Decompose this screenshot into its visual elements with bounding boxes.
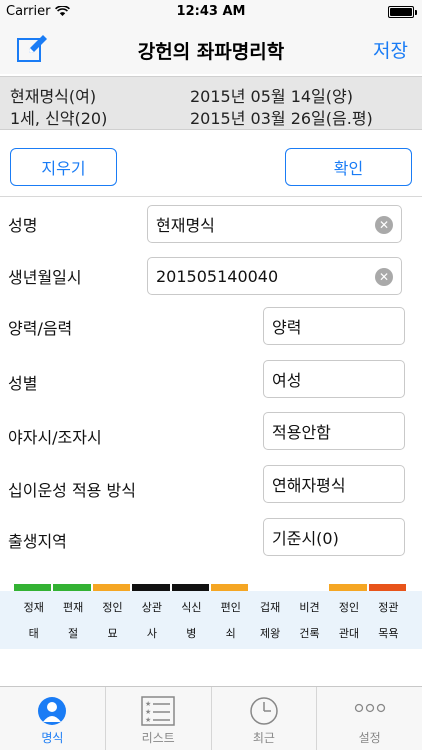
twelve-stage-cell: 제왕 <box>260 627 281 640</box>
ten-god-cell: 정인 <box>102 601 123 614</box>
tab-settings-label: 설정 <box>358 731 381 745</box>
summary-lunar-date: 2015년 03월 26일(음.평) <box>190 109 373 128</box>
ten-god-cell: 정인 <box>338 601 360 614</box>
tab-recent[interactable]: 최근 <box>212 687 318 750</box>
clear-button[interactable]: 지우기 <box>10 148 117 186</box>
twelve-stage-cell: 묘 <box>107 627 118 640</box>
twelve-stage-value: 연해자평식 <box>272 476 346 495</box>
status-time: 12:43 AM <box>176 4 246 19</box>
element-color-cell <box>211 584 249 591</box>
more-icon <box>354 703 385 713</box>
status-bar: Carrier 12:43 AM <box>0 0 422 24</box>
page-title: 강헌의 좌파명리학 <box>137 41 285 63</box>
element-color-cell <box>53 584 91 591</box>
svg-text:★: ★ <box>145 700 151 708</box>
calendar-value: 양력 <box>272 318 302 337</box>
element-color-strip <box>14 584 408 591</box>
list-icon: ★ ★ ★ <box>141 696 175 726</box>
ten-god-cell: 편인 <box>220 601 241 614</box>
calendar-select[interactable]: 양력 <box>263 307 405 345</box>
ten-god-cell: 정재 <box>23 601 44 614</box>
birth-input[interactable]: 201505140040 ✕ <box>147 257 402 295</box>
twelve-stage-cell: 목욕 <box>378 627 399 640</box>
tab-chart[interactable]: 명식 <box>0 687 106 750</box>
twelve-stage-cell: 사 <box>146 627 157 640</box>
ten-god-cell: 비견 <box>299 601 320 614</box>
tab-chart-label: 명식 <box>41 731 64 745</box>
name-input[interactable]: 현재명식 ✕ <box>147 205 402 243</box>
summary-solar-date: 2015년 05월 14일(양) <box>190 87 353 106</box>
element-color-cell <box>14 584 52 591</box>
svg-text:★: ★ <box>145 708 151 716</box>
twelve-stage-label: 십이운성 적용 방식 <box>8 481 136 500</box>
name-value: 현재명식 <box>156 216 215 235</box>
element-color-cell <box>132 584 170 591</box>
nav-bar: 강헌의 좌파명리학 저장 <box>0 24 422 74</box>
birthplace-label: 출생지역 <box>8 532 67 551</box>
clock-icon <box>250 697 278 725</box>
name-label: 성명 <box>8 216 38 235</box>
ten-god-row: 정재 편재 정인 상관 식신 편인 겁재 비견 정인 정관 <box>14 599 408 615</box>
battery-icon <box>388 6 417 18</box>
twelve-stage-cell: 쇠 <box>225 627 236 640</box>
night-hour-label: 야자시/조자시 <box>8 428 102 447</box>
night-hour-select[interactable]: 적용안함 <box>263 412 405 450</box>
gender-select[interactable]: 여성 <box>263 360 405 398</box>
element-color-cell <box>171 584 210 591</box>
divider <box>0 196 422 197</box>
element-color-cell <box>92 584 131 591</box>
twelve-stage-cell: 태 <box>28 627 39 640</box>
person-icon <box>38 697 67 725</box>
svg-text:★: ★ <box>145 716 151 724</box>
clear-name-icon[interactable]: ✕ <box>375 216 393 234</box>
tab-list-label: 리스트 <box>141 731 175 745</box>
ten-god-cell: 편재 <box>62 601 84 614</box>
twelve-stage-cell: 절 <box>68 627 79 640</box>
night-hour-value: 적용안함 <box>272 423 331 442</box>
tab-settings[interactable]: 설정 <box>317 687 422 750</box>
gender-value: 여성 <box>272 371 302 390</box>
gender-label: 성별 <box>8 374 38 393</box>
tab-bar: 명식 ★ ★ ★ 리스트 최근 설정 <box>0 686 422 750</box>
birth-value: 201505140040 <box>156 266 279 286</box>
clear-birth-icon[interactable]: ✕ <box>375 268 393 286</box>
element-color-cell <box>329 584 367 591</box>
element-color-cell <box>368 584 407 591</box>
birthplace-select[interactable]: 기준시(0) <box>263 518 405 556</box>
birthplace-value: 기준시(0) <box>272 529 339 548</box>
twelve-stage-cell: 건록 <box>299 627 320 640</box>
calendar-label: 양력/음력 <box>8 319 73 338</box>
ten-god-cell: 상관 <box>141 601 163 614</box>
ten-god-cell: 정관 <box>378 601 399 614</box>
ten-god-cell: 겁재 <box>260 601 281 614</box>
ten-god-cell: 식신 <box>181 601 202 614</box>
save-button[interactable]: 저장 <box>373 36 408 63</box>
element-color-cell <box>250 584 288 591</box>
summary-name: 현재명식(여) <box>10 87 97 106</box>
twelve-stage-cell: 관대 <box>338 627 360 640</box>
confirm-button[interactable]: 확인 <box>285 148 412 186</box>
battery-level <box>390 8 412 16</box>
twelve-stage-select[interactable]: 연해자평식 <box>263 465 405 503</box>
tab-list[interactable]: ★ ★ ★ 리스트 <box>106 687 212 750</box>
twelve-stage-cell: 병 <box>186 627 197 640</box>
element-color-cell <box>289 584 328 591</box>
birth-label: 생년월일시 <box>8 268 82 287</box>
twelve-stage-row: 태 절 묘 사 병 쇠 제왕 건록 관대 목욕 <box>14 625 408 641</box>
summary-age-strength: 1세, 신약(20) <box>10 109 108 128</box>
tab-recent-label: 최근 <box>252 731 275 745</box>
chart-summary-panel: 현재명식(여) 1세, 신약(20) 2015년 05월 14일(양) 2015… <box>0 76 422 130</box>
